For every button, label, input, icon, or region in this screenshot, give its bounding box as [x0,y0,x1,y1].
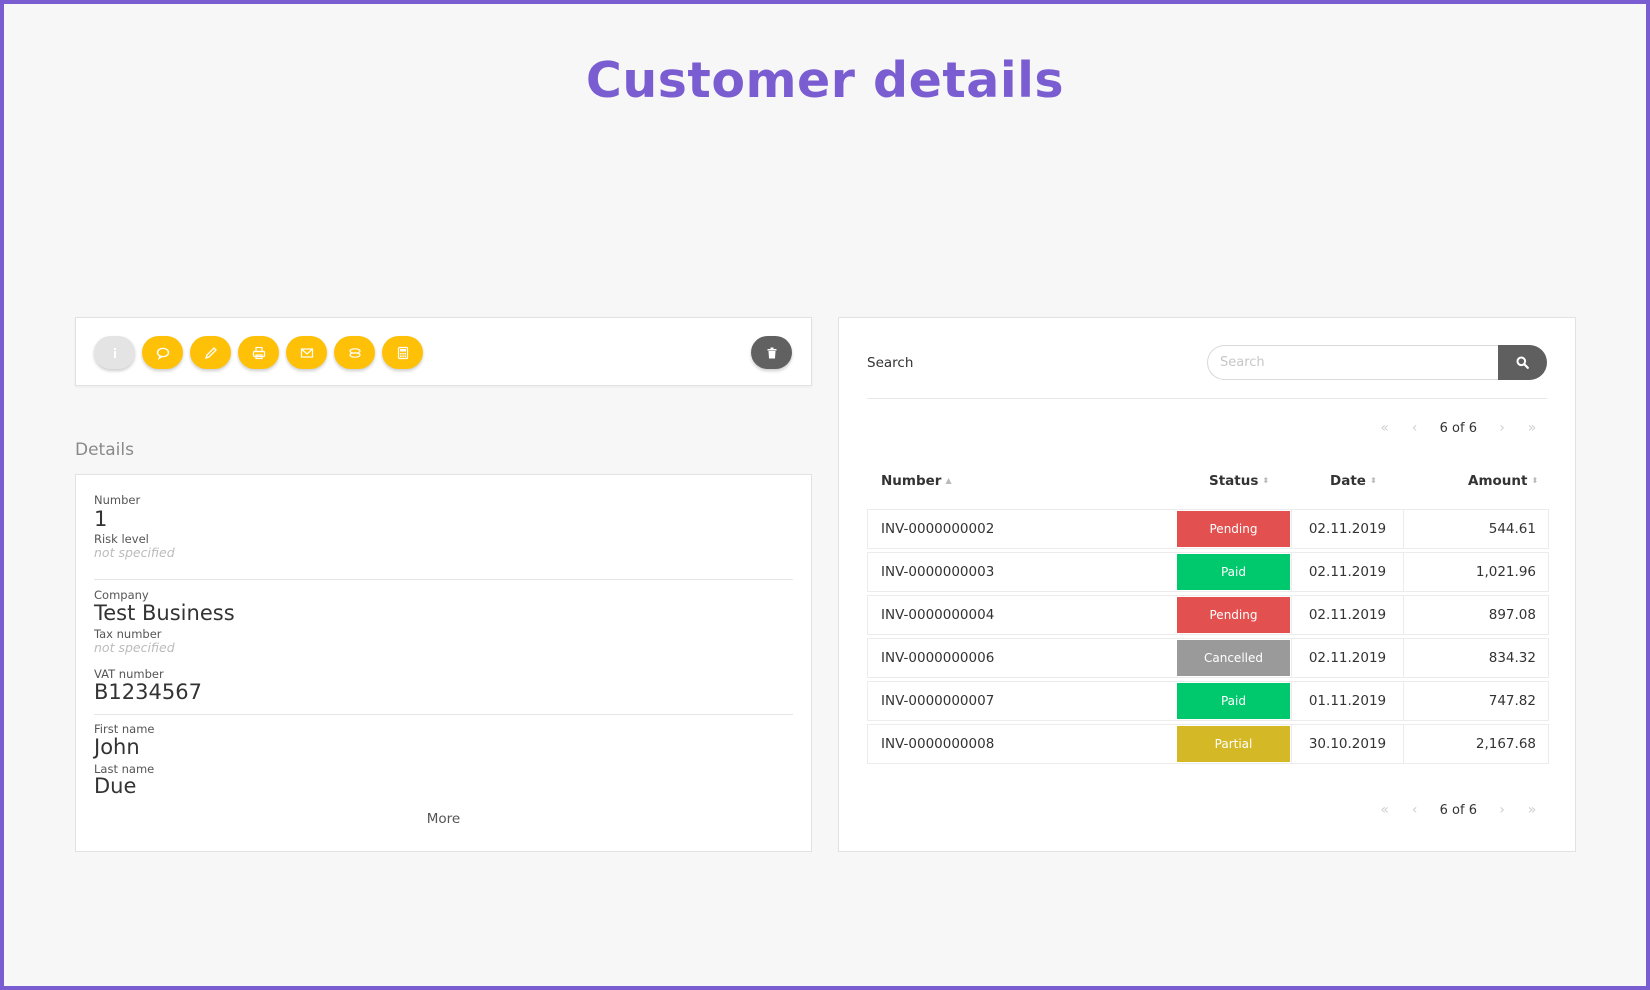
vat-number-value: B1234567 [94,680,202,704]
edit-button[interactable] [190,336,231,369]
invoice-amount: 747.82 [1403,682,1549,720]
first-page-icon[interactable]: « [1370,800,1400,820]
sort-asc-icon: ▲ [945,476,952,485]
company-value: Test Business [94,601,235,625]
status-badge: Pending [1177,597,1290,633]
table-row[interactable]: INV-0000000002 Pending 02.11.2019 544.61 [867,509,1549,549]
status-badge: Pending [1177,511,1290,547]
column-header-label: Amount [1468,473,1528,489]
table-row[interactable]: INV-0000000004 Pending 02.11.2019 897.08 [867,595,1549,635]
column-header-number[interactable]: Number ▲ [881,473,952,489]
column-header-date[interactable]: Date ⬍ [1330,473,1377,489]
first-name-label: First name [94,722,155,736]
invoice-amount: 2,167.68 [1403,725,1549,763]
page-indicator: 6 of 6 [1439,802,1477,818]
money-icon [348,347,361,358]
search-input[interactable] [1207,345,1498,380]
first-page-icon[interactable]: « [1370,418,1400,438]
invoices-card: Search « ‹ 6 of 6 › » Number ▲ Status ⬍ … [838,317,1576,852]
invoice-number: INV-0000000008 [881,736,995,752]
delete-button[interactable] [751,336,792,369]
details-card: Number 1 Risk level not specified Compan… [75,474,812,852]
status-badge: Partial [1177,726,1290,762]
divider [94,579,793,580]
last-name-value: Due [94,774,137,798]
vat-number-label: VAT number [94,667,164,681]
divider [94,714,793,715]
page-indicator: 6 of 6 [1439,420,1477,436]
invoice-number: INV-0000000003 [881,564,995,580]
comment-button[interactable] [142,336,183,369]
email-button[interactable] [286,336,327,369]
risk-level-label: Risk level [94,532,149,546]
table-row[interactable]: INV-0000000003 Paid 02.11.2019 1,021.96 [867,552,1549,592]
invoice-number: INV-0000000007 [881,693,995,709]
sort-icon: ⬍ [1531,476,1539,485]
more-link[interactable]: More [76,811,811,827]
info-button[interactable] [94,336,135,369]
sort-icon: ⬍ [1262,476,1270,485]
print-button[interactable] [238,336,279,369]
column-header-status[interactable]: Status ⬍ [1209,473,1269,489]
company-label: Company [94,588,149,602]
customer-toolbar [75,317,812,386]
risk-level-value: not specified [94,545,175,560]
search-button[interactable] [1498,345,1547,380]
tax-number-value: not specified [94,640,175,655]
calculator-icon [397,346,408,359]
payment-button[interactable] [334,336,375,369]
trash-icon [767,347,776,358]
invoice-amount: 544.61 [1403,510,1549,548]
invoice-amount: 834.32 [1403,639,1549,677]
invoice-number: INV-0000000006 [881,650,995,666]
next-page-icon[interactable]: › [1487,800,1517,820]
page-title: Customer details [585,52,1065,109]
last-page-icon[interactable]: » [1517,800,1547,820]
status-badge: Paid [1177,554,1290,590]
column-header-label: Number [881,473,942,489]
pager-bottom: « ‹ 6 of 6 › » [1370,800,1547,820]
next-page-icon[interactable]: › [1487,418,1517,438]
invoice-date: 30.10.2019 [1291,725,1403,763]
tax-number-label: Tax number [94,627,162,641]
invoice-number: INV-0000000004 [881,607,995,623]
invoice-number: INV-0000000002 [881,521,995,537]
sort-icon: ⬍ [1369,476,1377,485]
comment-icon [156,347,169,360]
first-name-value: John [94,735,140,759]
pager-top: « ‹ 6 of 6 › » [1370,418,1547,438]
column-header-label: Date [1330,473,1366,489]
print-icon [252,346,265,359]
table-row[interactable]: INV-0000000006 Cancelled 02.11.2019 834.… [867,638,1549,678]
prev-page-icon[interactable]: ‹ [1400,800,1430,820]
column-header-amount[interactable]: Amount ⬍ [1468,473,1538,489]
prev-page-icon[interactable]: ‹ [1400,418,1430,438]
info-icon [113,347,116,358]
details-heading: Details [75,440,134,460]
envelope-icon [300,347,313,358]
last-page-icon[interactable]: » [1517,418,1547,438]
calculator-button[interactable] [382,336,423,369]
invoice-date: 02.11.2019 [1291,596,1403,634]
number-value: 1 [94,507,108,531]
number-label: Number [94,493,141,507]
invoice-date: 02.11.2019 [1291,639,1403,677]
divider [867,398,1547,399]
invoice-date: 02.11.2019 [1291,553,1403,591]
table-row[interactable]: INV-0000000007 Paid 01.11.2019 747.82 [867,681,1549,721]
pencil-icon [204,346,217,359]
invoice-amount: 1,021.96 [1403,553,1549,591]
status-badge: Cancelled [1177,640,1290,676]
status-badge: Paid [1177,683,1290,719]
invoice-amount: 897.08 [1403,596,1549,634]
invoice-date: 01.11.2019 [1291,682,1403,720]
table-row[interactable]: INV-0000000008 Partial 30.10.2019 2,167.… [867,724,1549,764]
invoice-date: 02.11.2019 [1291,510,1403,548]
column-header-label: Status [1209,473,1259,489]
search-label: Search [867,355,914,371]
search-icon [1516,356,1529,369]
